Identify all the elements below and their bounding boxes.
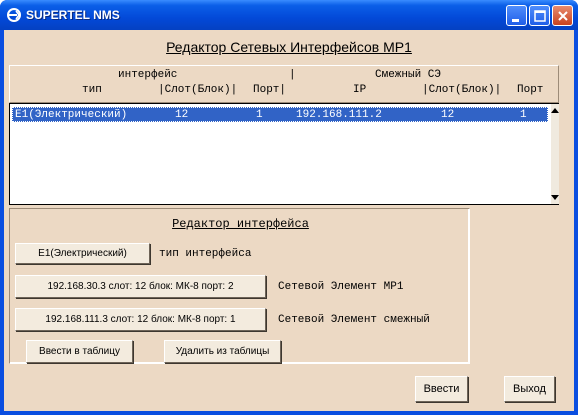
- scroll-up-icon[interactable]: [551, 106, 559, 116]
- scroll-down-icon[interactable]: [551, 192, 559, 202]
- header-interface: интерфейс: [118, 69, 178, 81]
- column-type[interactable]: тип: [82, 84, 102, 96]
- cell-port: 1: [256, 109, 263, 121]
- supertel-logo-icon: [7, 8, 21, 22]
- interfaces-table[interactable]: E1(Электрический) 12 1 192.168.111.2 12 …: [9, 103, 559, 205]
- cell-type: E1(Электрический): [15, 109, 128, 121]
- interface-editor-panel: Редактор интерфейса E1(Электрический) ти…: [9, 208, 470, 364]
- column-ip[interactable]: IP: [353, 84, 366, 96]
- network-element-peer-button[interactable]: 192.168.111.3 слот: 12 блок: МК-8 порт: …: [15, 308, 266, 331]
- column-peer-port[interactable]: Порт: [517, 84, 543, 96]
- add-to-table-button[interactable]: Ввести в таблицу: [26, 340, 133, 363]
- maximize-icon: [534, 10, 546, 22]
- interface-type-button[interactable]: E1(Электрический): [15, 243, 150, 264]
- network-element-peer-label: Сетевой Элемент смежный: [278, 314, 430, 326]
- app-window: SUPERTEL NMS Редактор Сетевых Интерфейсо…: [0, 0, 578, 415]
- cell-peer-port: 1: [520, 109, 527, 121]
- network-element-mp1-label: Сетевой Элемент МР1: [278, 281, 404, 293]
- cell-ip: 192.168.111.2: [296, 109, 382, 121]
- close-button[interactable]: [552, 5, 573, 26]
- exit-button[interactable]: Выход: [504, 376, 555, 402]
- window-title: SUPERTEL NMS: [26, 8, 120, 22]
- header-separator: |: [289, 69, 296, 81]
- header-adjacent-ne: Смежный СЭ: [375, 69, 442, 81]
- minimize-icon: [512, 19, 519, 22]
- title-bar[interactable]: SUPERTEL NMS: [0, 0, 578, 30]
- column-peer-slot[interactable]: |Слот(Блок)|: [422, 84, 501, 96]
- page-title: Редактор Сетевых Интерфейсов МР1: [166, 39, 412, 55]
- table-row[interactable]: E1(Электрический) 12 1 192.168.111.2 12 …: [12, 107, 548, 122]
- enter-button[interactable]: Ввести: [415, 376, 468, 402]
- column-slot[interactable]: |Слот(Блок)|: [158, 84, 237, 96]
- interface-type-label: тип интерфейса: [159, 248, 252, 260]
- cell-peer-slot: 12: [441, 109, 455, 121]
- maximize-button[interactable]: [529, 5, 550, 26]
- editor-title: Редактор интерфейса: [172, 217, 309, 231]
- table-scrollbar[interactable]: [551, 104, 559, 204]
- window-client-area: Редактор Сетевых Интерфейсов МР1 интерфе…: [4, 30, 574, 411]
- column-port[interactable]: Порт|: [253, 84, 286, 96]
- table-header: интерфейс | Смежный СЭ тип |Слот(Блок)| …: [9, 65, 559, 103]
- minimize-button[interactable]: [506, 5, 527, 26]
- cell-slot: 12: [175, 109, 189, 121]
- network-element-mp1-button[interactable]: 192.168.30.3 слот: 12 блок: МК-8 порт: 2: [15, 275, 266, 298]
- close-icon: [558, 11, 568, 21]
- delete-from-table-button[interactable]: Удалить из таблицы: [164, 340, 281, 363]
